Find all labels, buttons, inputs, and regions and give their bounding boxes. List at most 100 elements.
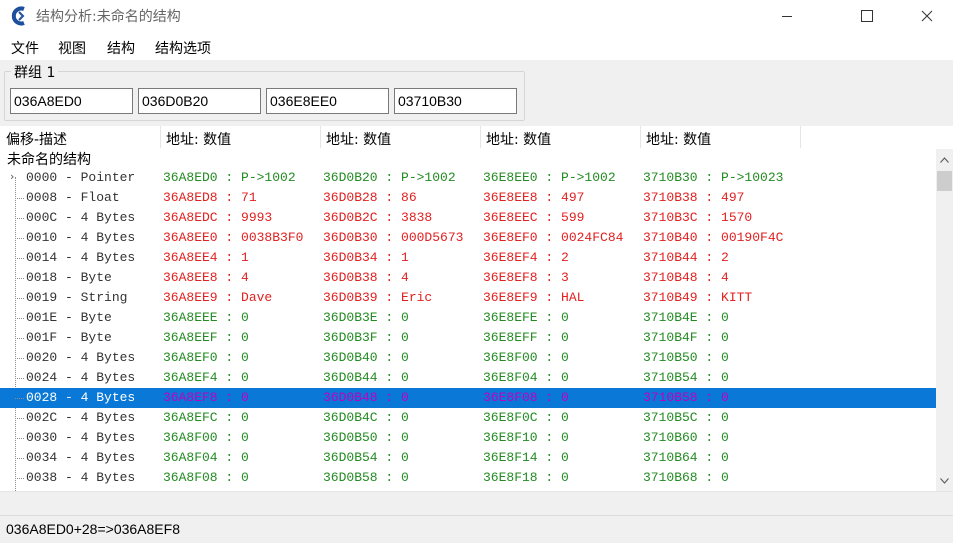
menu-view[interactable]: 视图 (58, 38, 86, 58)
status-bar: 036A8ED0+28=>036A8EF8 (0, 515, 953, 543)
maximize-icon (861, 10, 873, 22)
tree-row[interactable]: 0020 - 4 Bytes 36A8EF0 : 0 36D0B40 : 0 36E8… (0, 348, 936, 368)
tree-row[interactable]: 0018 - Byte 36A8EE8 : 4 36D0B38 : 4 36E8EF8… (0, 268, 936, 288)
chevron-right-icon[interactable]: › (10, 170, 14, 183)
row-value-cell: 36D0B54 : 0 (323, 450, 409, 465)
menu-structure-options[interactable]: 结构选项 (155, 38, 211, 58)
row-value-cell: 36E8EE8 : 497 (483, 190, 585, 205)
row-value-cell: 36D0B4C : 0 (323, 410, 409, 425)
structure-tree[interactable]: 未命名的结构 › 0000 - Pointer 36A8ED0 : P->1002 3… (0, 149, 936, 491)
arrow-up-icon[interactable] (936, 151, 953, 168)
row-offset-description: 0008 - Float (26, 190, 120, 205)
row-offset-description: 001F - Byte (26, 330, 112, 345)
tree-row[interactable]: 001E - Byte 36A8EEE : 0 36D0B3E : 0 36E8EFE… (0, 308, 936, 328)
row-value-cell: 36D0B39 : Eric (323, 290, 433, 305)
row-value-cell: 36A8EF8 : 0 (163, 390, 249, 405)
address-input-4[interactable]: 03710B30 (394, 88, 517, 114)
close-icon (921, 10, 933, 22)
address-input-3[interactable]: 036E8EE0 (266, 88, 389, 114)
row-value-cell: 36A8EDC : 9993 (163, 210, 273, 225)
column-header-value-4[interactable]: 地址: 数值 (640, 129, 800, 149)
row-value-cell: 36E8EF4 : 2 (483, 250, 569, 265)
row-offset-description: 0000 - Pointer (26, 170, 136, 185)
arrow-down-icon[interactable] (936, 472, 953, 489)
minimize-button[interactable] (764, 0, 810, 32)
row-value-cell: 36D0B48 : 0 (323, 390, 409, 405)
row-value-cell: 36D0B58 : 0 (323, 470, 409, 485)
tree-connector (15, 238, 24, 239)
tree-row[interactable]: 0038 - 4 Bytes 36A8F08 : 0 36D0B58 : 0 36E8… (0, 468, 936, 488)
vertical-scrollbar[interactable] (936, 149, 953, 491)
row-value-cell: 36D0B2C : 3838 (323, 210, 433, 225)
column-header-value-2[interactable]: 地址: 数值 (320, 129, 480, 149)
column-header-value-3[interactable]: 地址: 数值 (480, 129, 640, 149)
menu-structure[interactable]: 结构 (107, 38, 135, 58)
row-value-cell: 36A8F08 : 0 (163, 470, 249, 485)
tree-row[interactable]: 0028 - 4 Bytes 36A8EF8 : 0 36D0B48 : 0 36E8… (0, 388, 936, 408)
tree-connector (15, 338, 24, 339)
row-value-cell: 3710B5C : 0 (643, 410, 729, 425)
tree-row[interactable]: 0014 - 4 Bytes 36A8EE4 : 1 36D0B34 : 1 36E8… (0, 248, 936, 268)
tree-connector (15, 318, 24, 319)
row-value-cell: 36A8EE8 : 4 (163, 270, 249, 285)
row-value-cell: 3710B38 : 497 (643, 190, 745, 205)
tree-connector (15, 278, 24, 279)
row-value-cell: 36E8EFE : 0 (483, 310, 569, 325)
tree-row[interactable]: 0024 - 4 Bytes 36A8EF4 : 0 36D0B44 : 0 36E8… (0, 368, 936, 388)
row-value-cell: 36A8EE4 : 1 (163, 250, 249, 265)
scrollbar-thumb[interactable] (937, 171, 952, 191)
row-offset-description: 0018 - Byte (26, 270, 112, 285)
horizontal-scrollbar[interactable] (0, 491, 953, 509)
row-value-cell: 36A8EF0 : 0 (163, 350, 249, 365)
row-value-cell: 36A8EE0 : 0038B3F0 (163, 230, 304, 245)
minimize-icon (782, 16, 792, 17)
row-value-cell: 36D0B20 : P->1002 (323, 170, 456, 185)
menu-file[interactable]: 文件 (11, 38, 39, 58)
address-input-1[interactable]: 036A8ED0 (10, 88, 133, 114)
tree-row[interactable]: 0010 - 4 Bytes 36A8EE0 : 0038B3F0 36D0B30 … (0, 228, 936, 248)
column-header-value-1[interactable]: 地址: 数值 (160, 129, 320, 149)
tree-row[interactable]: 0034 - 4 Bytes 36A8F04 : 0 36D0B54 : 0 36E8… (0, 448, 936, 468)
row-value-cell: 3710B68 : 0 (643, 470, 729, 485)
group-title: 群组 1 (11, 62, 59, 82)
row-value-cell: 3710B58 : 0 (643, 390, 729, 405)
row-offset-description: 0038 - 4 Bytes (26, 470, 136, 485)
column-divider[interactable] (800, 126, 801, 148)
row-value-cell: 36E8EF0 : 0024FC84 (483, 230, 624, 245)
tree-row[interactable]: › 0000 - Pointer 36A8ED0 : P->1002 36D0B20 … (0, 168, 936, 188)
tree-connector (15, 458, 24, 459)
row-value-cell: 36A8ED0 : P->1002 (163, 170, 296, 185)
row-value-cell: 3710B54 : 0 (643, 370, 729, 385)
tree-row[interactable]: 0019 - String 36A8EE9 : Dave 36D0B39 : Eri… (0, 288, 936, 308)
tree-connector (15, 358, 24, 359)
row-value-cell: 36A8EEE : 0 (163, 310, 249, 325)
row-offset-description: 0020 - 4 Bytes (26, 350, 136, 365)
row-value-cell: 36E8F18 : 0 (483, 470, 569, 485)
status-text: 036A8ED0+28=>036A8EF8 (6, 521, 180, 537)
tree-row[interactable]: 0008 - Float 36A8ED8 : 71 36D0B28 : 86 36E8… (0, 188, 936, 208)
close-button[interactable] (904, 0, 950, 32)
tree-row[interactable]: 001F - Byte 36A8EEF : 0 36D0B3F : 0 36E8EFF… (0, 328, 936, 348)
row-offset-description: 0014 - 4 Bytes (26, 250, 136, 265)
cheat-engine-icon (11, 6, 25, 26)
tree-row[interactable]: 000C - 4 Bytes 36A8EDC : 9993 36D0B2C : 38… (0, 208, 936, 228)
row-value-cell: 36A8F00 : 0 (163, 430, 249, 445)
row-value-cell: 36E8EF9 : HAL (483, 290, 585, 305)
row-value-cell: 36A8EF4 : 0 (163, 370, 249, 385)
window-title: 结构分析:未命名的结构 (36, 9, 181, 25)
tree-connector (15, 218, 24, 219)
row-value-cell: 36D0B34 : 1 (323, 250, 409, 265)
address-input-2[interactable]: 036D0B20 (138, 88, 261, 114)
row-value-cell: 36A8F04 : 0 (163, 450, 249, 465)
tree-row[interactable]: 0030 - 4 Bytes 36A8F00 : 0 36D0B50 : 0 36E8… (0, 428, 936, 448)
tree-connector (15, 258, 24, 259)
tree-root-label[interactable]: 未命名的结构 (7, 149, 91, 169)
column-header-offset[interactable]: 偏移-描述 (0, 129, 160, 149)
tree-row[interactable]: 002C - 4 Bytes 36A8EFC : 0 36D0B4C : 0 36E8… (0, 408, 936, 428)
row-value-cell: 3710B4F : 0 (643, 330, 729, 345)
row-value-cell: 36A8EE9 : Dave (163, 290, 273, 305)
row-value-cell: 36E8EEC : 599 (483, 210, 585, 225)
maximize-button[interactable] (844, 0, 890, 32)
row-value-cell: 36D0B3F : 0 (323, 330, 409, 345)
tree-connector (15, 478, 24, 479)
